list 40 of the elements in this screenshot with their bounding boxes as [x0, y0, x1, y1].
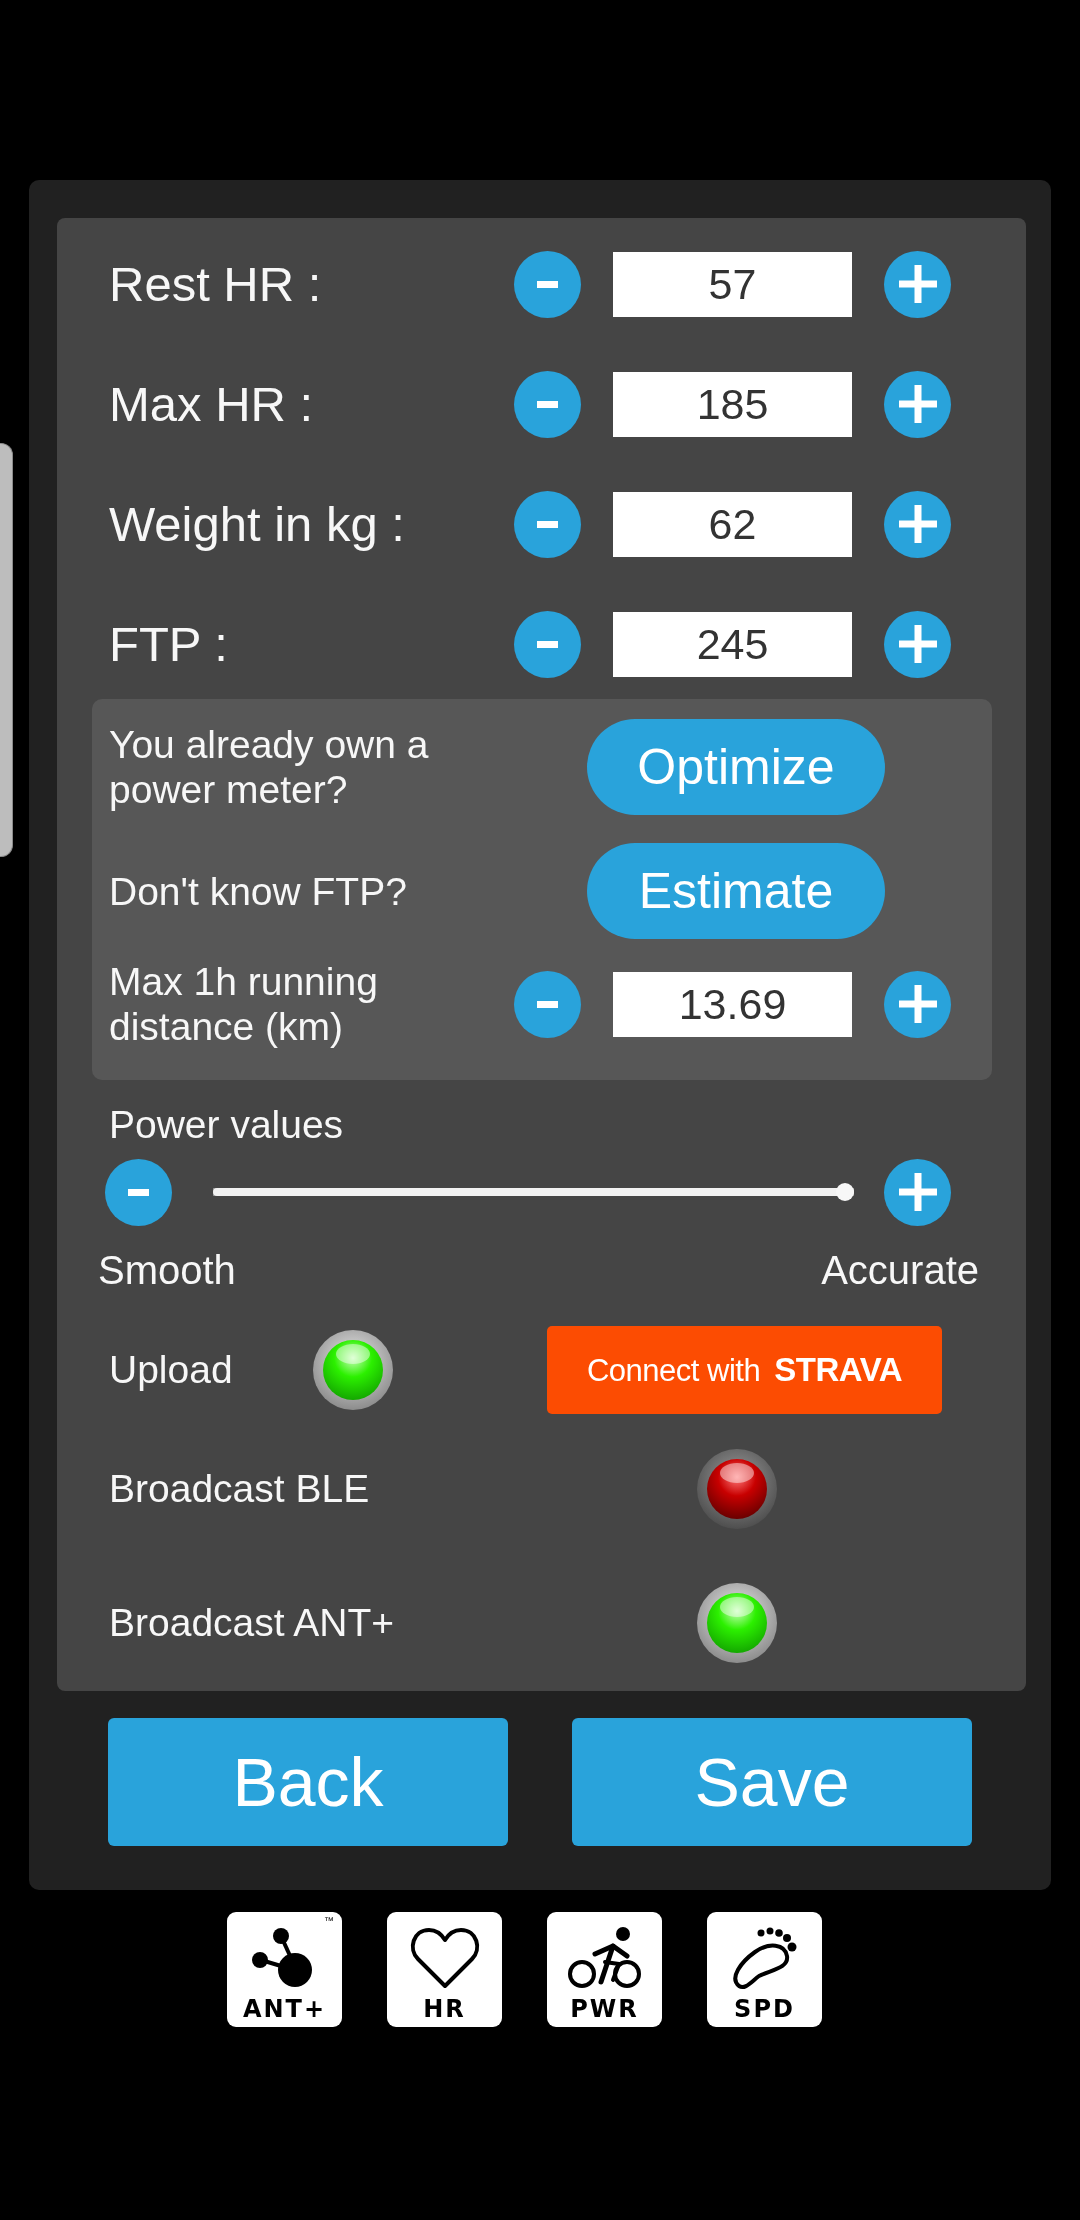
sensor-label: SPD: [734, 1996, 795, 2022]
toggle-label: Broadcast BLE: [109, 1466, 371, 1512]
plus-icon: [898, 265, 937, 303]
status-light-icon[interactable]: [697, 1449, 777, 1529]
plus-icon: [898, 385, 937, 423]
minus-icon: [128, 1188, 149, 1196]
field-label: Max HR :: [109, 376, 315, 432]
toggle-label: Upload: [109, 1347, 234, 1393]
sensor-label: HR: [423, 1996, 466, 2022]
section-title: Power values: [109, 1102, 345, 1148]
toggle-label: Broadcast ANT+: [109, 1600, 396, 1646]
number-field[interactable]: 185: [613, 371, 852, 437]
status-light-icon[interactable]: [313, 1330, 393, 1410]
question-text: You already own a power meter?: [109, 722, 430, 812]
number-field[interactable]: 57: [613, 251, 852, 317]
minus-icon: [537, 520, 558, 528]
minus-icon: [537, 280, 558, 288]
plus-icon: [898, 625, 937, 663]
slider-thumb[interactable]: [836, 1183, 854, 1201]
sensor-label: ANT+: [242, 1996, 327, 2022]
plus-icon: [898, 1173, 937, 1211]
number-field[interactable]: 245: [613, 611, 852, 677]
edge-panel-handle[interactable]: [0, 443, 13, 857]
field-label: FTP :: [109, 616, 229, 672]
number-field[interactable]: 13.69: [613, 971, 852, 1037]
question-text: Don't know FTP?: [109, 868, 408, 914]
sensor-label: PWR: [570, 1996, 639, 2022]
field-label: Rest HR :: [109, 256, 323, 312]
minus-icon: [537, 640, 558, 648]
slider-max-label: Accurate: [821, 1247, 979, 1293]
trademark-sign: ™: [324, 1916, 334, 1926]
minus-icon: [537, 400, 558, 408]
field-label: Weight in kg :: [109, 496, 406, 552]
slider-min-label: Smooth: [98, 1247, 236, 1293]
field-label: Max 1h running distance (km): [109, 959, 379, 1049]
number-field[interactable]: 62: [613, 491, 852, 557]
minus-icon: [537, 1000, 558, 1008]
plus-icon: [898, 505, 937, 543]
status-light-icon[interactable]: [697, 1583, 777, 1663]
plus-icon: [898, 985, 937, 1023]
